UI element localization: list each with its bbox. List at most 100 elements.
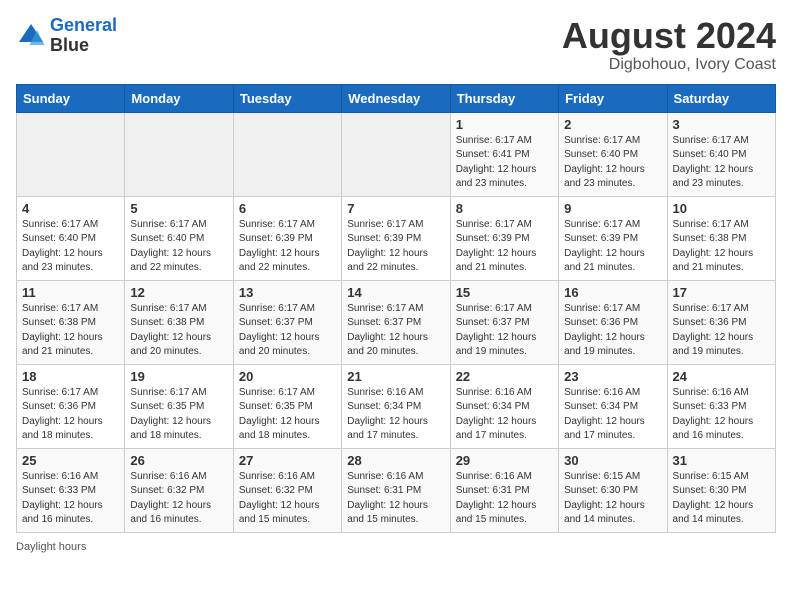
- day-detail: Sunrise: 6:15 AM Sunset: 6:30 PM Dayligh…: [673, 470, 770, 528]
- calendar-cell: 19 Sunrise: 6:17 AM Sunset: 6:35 PM Dayli…: [125, 364, 233, 448]
- calendar-cell: 12 Sunrise: 6:17 AM Sunset: 6:38 PM Dayli…: [125, 280, 233, 364]
- calendar-cell: 24 Sunrise: 6:16 AM Sunset: 6:33 PM Dayli…: [667, 364, 775, 448]
- day-number: 22: [456, 369, 553, 384]
- calendar-cell: 1Sunrise: 6:17 AM Sunset: 6:41 PM Daylig…: [450, 112, 558, 196]
- calendar-cell: 21Sunrise: 6:16 AM Sunset: 6:34 PM Dayli…: [342, 364, 450, 448]
- day-detail: Sunrise: 6:17 AM Sunset: 6:37 PM Dayligh…: [239, 302, 336, 360]
- day-detail: Sunrise: 6:17 AM Sunset: 6:35 PM Dayligh…: [130, 386, 227, 444]
- day-detail: Sunrise: 6:17 AM Sunset: 6:35 PM Dayligh…: [239, 386, 336, 444]
- day-number: 6: [239, 201, 336, 216]
- calendar-cell: 22Sunrise: 6:16 AM Sunset: 6:34 PM Dayli…: [450, 364, 558, 448]
- calendar-cell: 17Sunrise: 6:17 AM Sunset: 6:36 PM Dayli…: [667, 280, 775, 364]
- calendar-header: SundayMondayTuesdayWednesdayThursdayFrid…: [17, 84, 776, 112]
- day-number: 16: [564, 285, 661, 300]
- page-header: General Blue August 2024 Digbohouo, Ivor…: [16, 16, 776, 74]
- calendar-title: August 2024: [562, 16, 776, 56]
- day-number: 11: [22, 285, 119, 300]
- day-detail: Sunrise: 6:17 AM Sunset: 6:38 PM Dayligh…: [22, 302, 119, 360]
- calendar-day-header: Saturday: [667, 84, 775, 112]
- calendar-cell: 11 Sunrise: 6:17 AM Sunset: 6:38 PM Dayli…: [17, 280, 125, 364]
- calendar-cell: 10 Sunrise: 6:17 AM Sunset: 6:38 PM Dayli…: [667, 196, 775, 280]
- logo-text: General Blue: [50, 16, 117, 56]
- calendar-day-header: Wednesday: [342, 84, 450, 112]
- day-detail: Sunrise: 6:16 AM Sunset: 6:31 PM Dayligh…: [456, 470, 553, 528]
- calendar-cell: 6 Sunrise: 6:17 AM Sunset: 6:39 PM Daylig…: [233, 196, 341, 280]
- calendar-header-row: SundayMondayTuesdayWednesdayThursdayFrid…: [17, 84, 776, 112]
- calendar-week-row: 11 Sunrise: 6:17 AM Sunset: 6:38 PM Dayli…: [17, 280, 776, 364]
- day-detail: Sunrise: 6:17 AM Sunset: 6:39 PM Dayligh…: [564, 218, 661, 276]
- calendar-week-row: 18Sunrise: 6:17 AM Sunset: 6:36 PM Dayli…: [17, 364, 776, 448]
- day-number: 19: [130, 369, 227, 384]
- day-detail: Sunrise: 6:16 AM Sunset: 6:34 PM Dayligh…: [564, 386, 661, 444]
- day-number: 7: [347, 201, 444, 216]
- calendar-cell: 16 Sunrise: 6:17 AM Sunset: 6:36 PM Dayli…: [559, 280, 667, 364]
- day-number: 28: [347, 453, 444, 468]
- day-detail: Sunrise: 6:17 AM Sunset: 6:39 PM Dayligh…: [456, 218, 553, 276]
- calendar-cell: 4Sunrise: 6:17 AM Sunset: 6:40 PM Daylig…: [17, 196, 125, 280]
- day-detail: Sunrise: 6:16 AM Sunset: 6:31 PM Dayligh…: [347, 470, 444, 528]
- calendar-cell: [17, 112, 125, 196]
- day-number: 13: [239, 285, 336, 300]
- day-number: 12: [130, 285, 227, 300]
- day-detail: Sunrise: 6:16 AM Sunset: 6:33 PM Dayligh…: [22, 470, 119, 528]
- calendar-week-row: 25 Sunrise: 6:16 AM Sunset: 6:33 PM Dayli…: [17, 448, 776, 532]
- day-number: 5: [130, 201, 227, 216]
- day-number: 10: [673, 201, 770, 216]
- calendar-cell: 31 Sunrise: 6:15 AM Sunset: 6:30 PM Dayli…: [667, 448, 775, 532]
- calendar-cell: 13 Sunrise: 6:17 AM Sunset: 6:37 PM Dayli…: [233, 280, 341, 364]
- logo: General Blue: [16, 16, 117, 56]
- calendar-cell: 25 Sunrise: 6:16 AM Sunset: 6:33 PM Dayli…: [17, 448, 125, 532]
- day-detail: Sunrise: 6:17 AM Sunset: 6:39 PM Dayligh…: [239, 218, 336, 276]
- day-number: 21: [347, 369, 444, 384]
- day-detail: Sunrise: 6:17 AM Sunset: 6:38 PM Dayligh…: [673, 218, 770, 276]
- calendar-cell: 3Sunrise: 6:17 AM Sunset: 6:40 PM Daylig…: [667, 112, 775, 196]
- day-detail: Sunrise: 6:16 AM Sunset: 6:32 PM Dayligh…: [130, 470, 227, 528]
- calendar-cell: 28 Sunrise: 6:16 AM Sunset: 6:31 PM Dayli…: [342, 448, 450, 532]
- day-number: 23: [564, 369, 661, 384]
- calendar-day-header: Sunday: [17, 84, 125, 112]
- day-detail: Sunrise: 6:17 AM Sunset: 6:36 PM Dayligh…: [673, 302, 770, 360]
- calendar-cell: 8 Sunrise: 6:17 AM Sunset: 6:39 PM Daylig…: [450, 196, 558, 280]
- day-number: 25: [22, 453, 119, 468]
- calendar-subtitle: Digbohouo, Ivory Coast: [562, 56, 776, 74]
- calendar-cell: 2 Sunrise: 6:17 AM Sunset: 6:40 PM Daylig…: [559, 112, 667, 196]
- footer: Daylight hours: [16, 541, 776, 553]
- calendar-week-row: 4Sunrise: 6:17 AM Sunset: 6:40 PM Daylig…: [17, 196, 776, 280]
- calendar-cell: [125, 112, 233, 196]
- calendar-cell: 27 Sunrise: 6:16 AM Sunset: 6:32 PM Dayli…: [233, 448, 341, 532]
- logo-icon: [16, 21, 46, 51]
- day-number: 29: [456, 453, 553, 468]
- calendar-cell: 26Sunrise: 6:16 AM Sunset: 6:32 PM Dayli…: [125, 448, 233, 532]
- calendar-cell: 23 Sunrise: 6:16 AM Sunset: 6:34 PM Dayli…: [559, 364, 667, 448]
- day-detail: Sunrise: 6:17 AM Sunset: 6:40 PM Dayligh…: [564, 134, 661, 192]
- day-number: 24: [673, 369, 770, 384]
- calendar-day-header: Friday: [559, 84, 667, 112]
- day-detail: Sunrise: 6:16 AM Sunset: 6:32 PM Dayligh…: [239, 470, 336, 528]
- calendar-body: 1Sunrise: 6:17 AM Sunset: 6:41 PM Daylig…: [17, 112, 776, 532]
- calendar-cell: 15Sunrise: 6:17 AM Sunset: 6:37 PM Dayli…: [450, 280, 558, 364]
- day-detail: Sunrise: 6:17 AM Sunset: 6:40 PM Dayligh…: [130, 218, 227, 276]
- title-block: August 2024 Digbohouo, Ivory Coast: [562, 16, 776, 74]
- calendar-cell: [342, 112, 450, 196]
- day-detail: Sunrise: 6:17 AM Sunset: 6:39 PM Dayligh…: [347, 218, 444, 276]
- day-number: 31: [673, 453, 770, 468]
- day-number: 8: [456, 201, 553, 216]
- calendar-week-row: 1Sunrise: 6:17 AM Sunset: 6:41 PM Daylig…: [17, 112, 776, 196]
- day-number: 3: [673, 117, 770, 132]
- calendar-day-header: Monday: [125, 84, 233, 112]
- day-number: 2: [564, 117, 661, 132]
- day-detail: Sunrise: 6:17 AM Sunset: 6:36 PM Dayligh…: [564, 302, 661, 360]
- day-detail: Sunrise: 6:17 AM Sunset: 6:38 PM Dayligh…: [130, 302, 227, 360]
- calendar-cell: 20Sunrise: 6:17 AM Sunset: 6:35 PM Dayli…: [233, 364, 341, 448]
- calendar-day-header: Thursday: [450, 84, 558, 112]
- day-detail: Sunrise: 6:16 AM Sunset: 6:33 PM Dayligh…: [673, 386, 770, 444]
- day-detail: Sunrise: 6:17 AM Sunset: 6:37 PM Dayligh…: [456, 302, 553, 360]
- footer-text: Daylight hours: [16, 541, 86, 553]
- day-number: 18: [22, 369, 119, 384]
- calendar-cell: 14Sunrise: 6:17 AM Sunset: 6:37 PM Dayli…: [342, 280, 450, 364]
- calendar-cell: 29 Sunrise: 6:16 AM Sunset: 6:31 PM Dayli…: [450, 448, 558, 532]
- day-number: 1: [456, 117, 553, 132]
- day-detail: Sunrise: 6:15 AM Sunset: 6:30 PM Dayligh…: [564, 470, 661, 528]
- day-number: 27: [239, 453, 336, 468]
- day-detail: Sunrise: 6:17 AM Sunset: 6:37 PM Dayligh…: [347, 302, 444, 360]
